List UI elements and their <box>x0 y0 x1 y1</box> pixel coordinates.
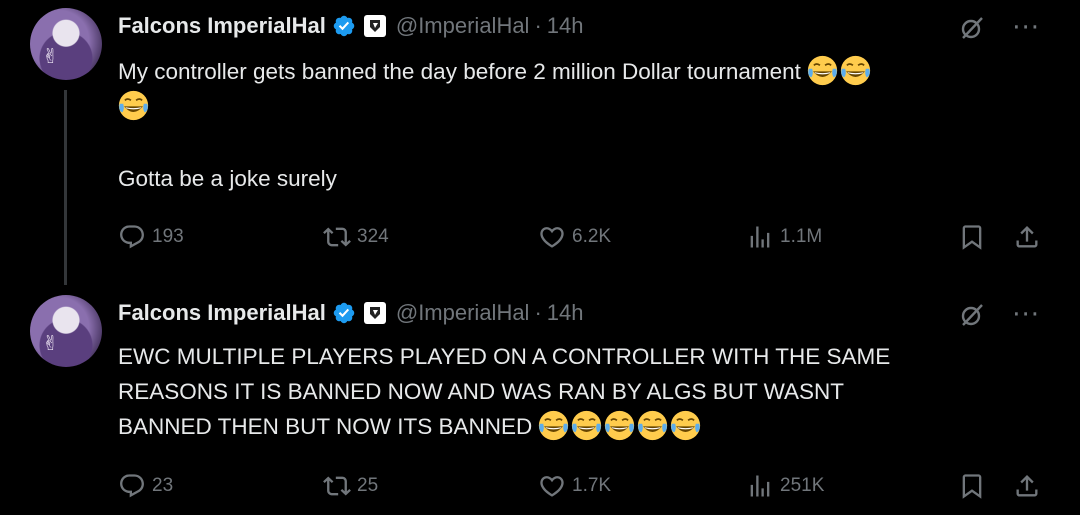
view-count: 1.1M <box>780 226 823 247</box>
reply-count: 23 <box>152 475 174 496</box>
like-count: 1.7K <box>572 475 612 496</box>
views-chart-icon <box>750 475 770 497</box>
repost-button[interactable]: 25 <box>323 469 378 503</box>
grok-icon[interactable] <box>958 301 986 329</box>
repost-icon <box>323 476 351 496</box>
bookmark-icon <box>962 225 982 250</box>
tweet-text-line: REASONS IT IS BANNED NOW AND WAS RAN BY … <box>118 379 844 404</box>
tweet-text: EWC MULTIPLE PLAYERS PLAYED ON A CONTROL… <box>118 339 1058 444</box>
tweet-top-actions: ··· <box>958 299 1040 331</box>
like-button[interactable]: 6.2K <box>538 220 611 254</box>
bookmark-button[interactable] <box>958 469 992 503</box>
share-button[interactable] <box>1013 220 1047 254</box>
share-icon <box>1016 226 1038 248</box>
affiliate-badge-icon[interactable] <box>363 15 386 37</box>
views-button[interactable]: 1.1M <box>746 220 822 254</box>
face-with-tears-of-joy-icon <box>637 410 668 441</box>
tweet[interactable]: ✌ Falcons ImperialHal @ImperialHal · 14h… <box>0 285 1080 515</box>
tweet-header: Falcons ImperialHal @ImperialHal · 14h <box>118 10 584 42</box>
peace-sign-icon: ✌ <box>42 44 59 68</box>
share-icon <box>1016 475 1038 497</box>
reply-button[interactable]: 23 <box>118 469 173 503</box>
repost-icon <box>323 227 351 247</box>
face-with-tears-of-joy-icon <box>807 55 838 86</box>
peace-sign-icon: ✌ <box>42 331 59 355</box>
separator-dot: · <box>534 300 542 325</box>
tweet-actions: 23 25 1.7K 251K <box>118 469 1040 503</box>
face-with-tears-of-joy-icon <box>571 410 602 441</box>
more-options-icon[interactable]: ··· <box>1012 15 1040 41</box>
author-handle[interactable]: @ImperialHal <box>396 13 530 39</box>
avatar[interactable]: ✌ <box>30 8 102 80</box>
timestamp[interactable]: 14h <box>547 300 584 326</box>
tweet-top-actions: ··· <box>958 12 1040 44</box>
heart-icon <box>540 476 564 497</box>
repost-count: 324 <box>357 226 389 247</box>
face-with-tears-of-joy-icon <box>118 90 149 121</box>
more-options-icon[interactable]: ··· <box>1012 302 1040 328</box>
reply-button[interactable]: 193 <box>118 220 184 254</box>
verified-badge-icon[interactable] <box>332 301 356 325</box>
views-button[interactable]: 251K <box>746 469 824 503</box>
repost-button[interactable]: 324 <box>323 220 389 254</box>
thread-connector-line <box>64 90 67 285</box>
author-name[interactable]: Falcons ImperialHal <box>118 13 326 39</box>
heart-icon <box>540 227 564 248</box>
bookmark-button[interactable] <box>958 220 992 254</box>
tweet-text-line: My controller gets banned the day before… <box>118 59 801 84</box>
tweet[interactable]: ✌ Falcons ImperialHal @ImperialHal · 14h… <box>0 0 1080 290</box>
face-with-tears-of-joy-icon <box>604 410 635 441</box>
author-handle[interactable]: @ImperialHal <box>396 300 530 326</box>
timestamp[interactable]: 14h <box>547 13 584 39</box>
affiliate-badge-icon[interactable] <box>363 302 386 324</box>
face-with-tears-of-joy-icon <box>840 55 871 86</box>
grok-icon[interactable] <box>958 14 986 42</box>
like-button[interactable]: 1.7K <box>538 469 611 503</box>
view-count: 251K <box>780 475 825 496</box>
face-with-tears-of-joy-icon <box>538 410 569 441</box>
reply-icon <box>120 474 144 498</box>
face-with-tears-of-joy-icon <box>670 410 701 441</box>
tweet-text: My controller gets banned the day before… <box>118 54 1058 124</box>
verified-badge-icon[interactable] <box>332 14 356 38</box>
like-count: 6.2K <box>572 226 612 247</box>
repost-count: 25 <box>357 475 379 496</box>
author-name[interactable]: Falcons ImperialHal <box>118 300 326 326</box>
avatar[interactable]: ✌ <box>30 295 102 367</box>
tweet-header: Falcons ImperialHal @ImperialHal · 14h <box>118 297 584 329</box>
share-button[interactable] <box>1013 469 1047 503</box>
reply-icon <box>120 225 144 249</box>
tweet-text-second: Gotta be a joke surely <box>118 166 337 191</box>
separator-dot: · <box>534 13 542 38</box>
reply-count: 193 <box>152 226 184 247</box>
tweet-text-line: EWC MULTIPLE PLAYERS PLAYED ON A CONTROL… <box>118 344 891 369</box>
tweet-actions: 193 324 6.2K 1.1M <box>118 220 1040 254</box>
views-chart-icon <box>750 226 770 248</box>
bookmark-icon <box>962 474 982 499</box>
tweet-text-line: BANNED THEN BUT NOW ITS BANNED <box>118 414 533 439</box>
